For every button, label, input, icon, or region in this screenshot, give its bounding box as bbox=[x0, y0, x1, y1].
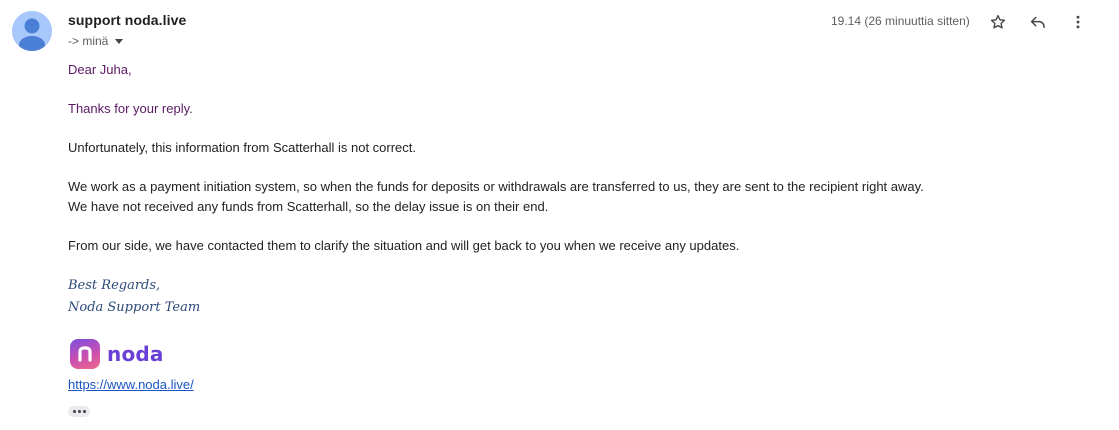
signature: Best Regards, Noda Support Team bbox=[68, 275, 1088, 319]
recipient-label: -> minä bbox=[68, 34, 109, 48]
logo-wordmark: noda bbox=[107, 342, 164, 366]
star-button[interactable] bbox=[986, 10, 1010, 34]
email-message: support noda.live -> minä 19.14 (26 minu… bbox=[0, 0, 1119, 430]
paragraph-2-line-1: We work as a payment initiation system, … bbox=[68, 179, 924, 194]
more-vertical-icon bbox=[1076, 15, 1080, 29]
sender-name[interactable]: support noda.live bbox=[68, 12, 186, 28]
reply-button[interactable] bbox=[1026, 10, 1050, 34]
message-timestamp: 19.14 (26 minuuttia sitten) bbox=[831, 14, 970, 28]
ellipsis-icon bbox=[72, 410, 76, 413]
message-body: Dear Juha, Thanks for your reply. Unfort… bbox=[68, 60, 1088, 319]
sender-avatar-icon[interactable] bbox=[12, 11, 52, 51]
paragraph-2: We work as a payment initiation system, … bbox=[68, 177, 1088, 217]
greeting-text: Dear Juha, bbox=[68, 62, 132, 77]
signature-team: Noda Support Team bbox=[68, 300, 201, 315]
chevron-down-icon[interactable] bbox=[115, 38, 124, 44]
star-icon bbox=[990, 14, 1006, 29]
paragraph-2-line-2: We have not received any funds from Scat… bbox=[68, 199, 549, 214]
more-options-button[interactable] bbox=[1066, 10, 1090, 34]
paragraph-3: From our side, we have contacted them to… bbox=[68, 238, 740, 253]
reply-icon bbox=[1030, 16, 1045, 28]
thanks-text: Thanks for your reply. bbox=[68, 101, 193, 116]
show-trimmed-content-button[interactable] bbox=[68, 406, 90, 417]
website-link[interactable]: https://www.noda.live/ bbox=[68, 377, 194, 392]
signature-closing: Best Regards, bbox=[68, 278, 161, 293]
recipient-details[interactable]: -> minä bbox=[68, 34, 124, 48]
noda-logo: noda bbox=[70, 339, 164, 369]
paragraph-1: Unfortunately, this information from Sca… bbox=[68, 140, 417, 155]
noda-logo-icon bbox=[70, 339, 100, 369]
